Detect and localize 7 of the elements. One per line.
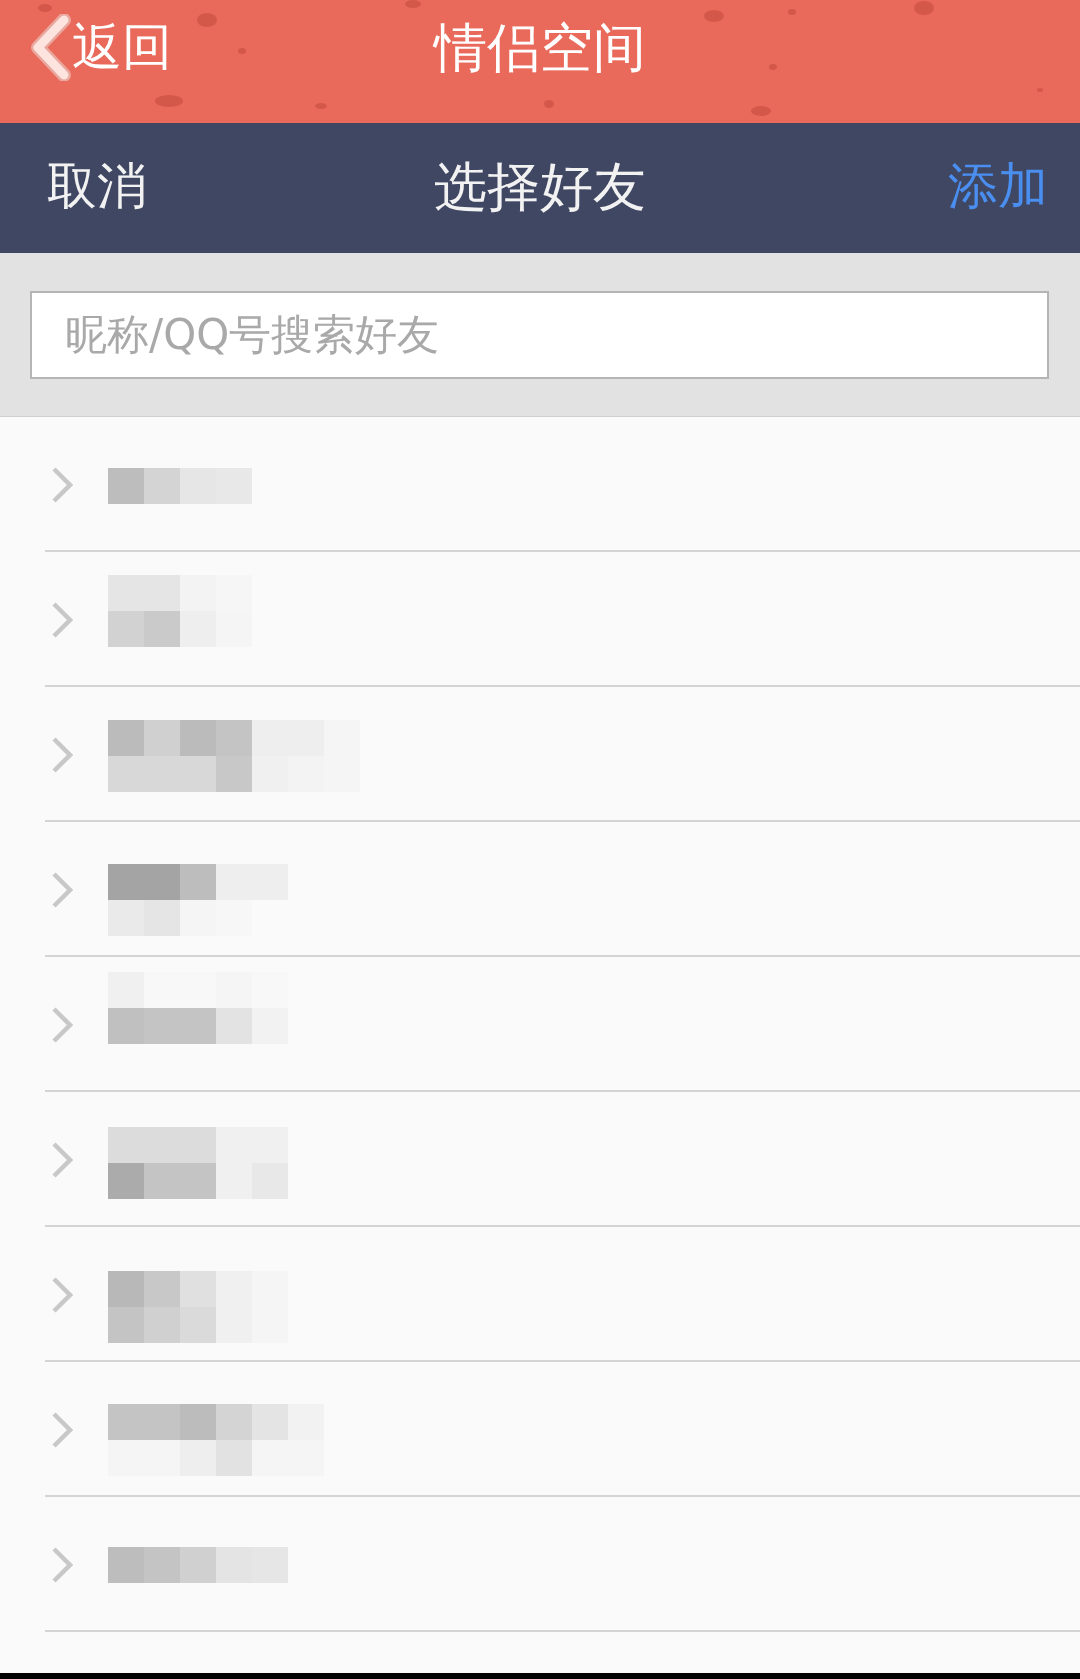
cancel-button[interactable]: 取消 (47, 161, 147, 211)
search-field[interactable]: 昵称/QQ号搜索好友 (30, 290, 1049, 379)
dialog-title: 选择好友 (434, 159, 646, 213)
back-chevron-icon (28, 13, 72, 81)
add-button[interactable]: 添加 (948, 161, 1048, 211)
back-button[interactable]: 返回 (28, 13, 172, 81)
page-title: 情侣空间 (434, 20, 646, 74)
